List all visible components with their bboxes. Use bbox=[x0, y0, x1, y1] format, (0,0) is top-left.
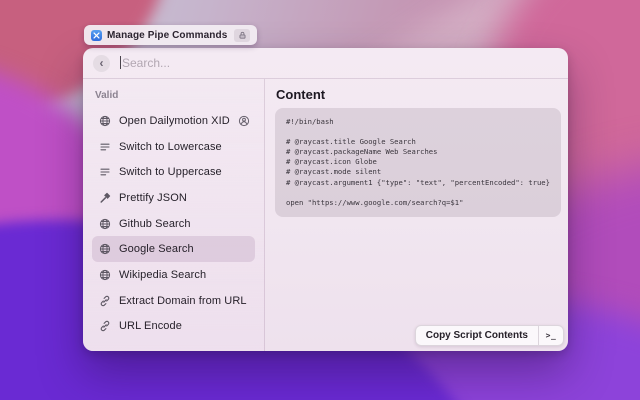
globe-icon bbox=[99, 218, 111, 230]
globe-icon bbox=[99, 269, 111, 281]
footer-action-buttons: Copy Script Contents >_ bbox=[415, 325, 564, 346]
person-circle-icon bbox=[238, 115, 250, 127]
list-item-label: Google Search bbox=[119, 243, 194, 255]
back-button[interactable]: ‹ bbox=[93, 55, 110, 72]
list-item-label: Prettify JSON bbox=[119, 192, 187, 204]
list-item[interactable]: Open Dailymotion XID bbox=[92, 108, 255, 134]
command-pill-label: Manage Pipe Commands bbox=[107, 30, 227, 41]
list-item[interactable]: Wikipedia Search bbox=[92, 262, 255, 288]
list-item-label: Open Dailymotion XID bbox=[119, 115, 230, 127]
command-pill[interactable]: Manage Pipe Commands bbox=[84, 25, 257, 45]
globe-icon bbox=[99, 243, 111, 255]
list-item-label: Extract Domain from URL bbox=[119, 295, 247, 307]
list-item[interactable]: Extract Domain from URL bbox=[92, 288, 255, 314]
command-list-panel: Valid Open Dailymotion XID Switch to Lowe… bbox=[83, 79, 265, 351]
hammer-icon bbox=[99, 192, 111, 204]
search-input[interactable] bbox=[118, 48, 562, 78]
link-icon bbox=[99, 295, 111, 307]
back-chevron-icon: ‹ bbox=[100, 57, 104, 69]
list-item[interactable]: Switch to Uppercase bbox=[92, 159, 255, 185]
list-item[interactable]: URL Encode bbox=[92, 314, 255, 340]
list-item-label: Switch to Lowercase bbox=[119, 141, 222, 153]
desktop: Manage Pipe Commands ‹ Valid Open Dailym… bbox=[0, 0, 640, 400]
terminal-button[interactable]: >_ bbox=[539, 326, 563, 345]
raycast-window: ‹ Valid Open Dailymotion XID Switch to Lo… bbox=[83, 48, 568, 351]
search-bar: ‹ bbox=[83, 48, 568, 78]
copy-script-button[interactable]: Copy Script Contents bbox=[416, 326, 538, 345]
list-item[interactable]: Prettify JSON bbox=[92, 185, 255, 211]
globe-icon bbox=[99, 115, 111, 127]
script-code: #!/bin/bash # @raycast.title Google Sear… bbox=[286, 117, 550, 208]
lock-icon bbox=[234, 29, 250, 42]
text-lines-icon bbox=[99, 141, 111, 153]
list-item-label: Wikipedia Search bbox=[119, 269, 206, 281]
list-item-label: Github Search bbox=[119, 218, 191, 230]
detail-panel: Content #!/bin/bash # @raycast.title Goo… bbox=[265, 79, 568, 351]
script-code-block: #!/bin/bash # @raycast.title Google Sear… bbox=[275, 108, 561, 217]
link-icon bbox=[99, 320, 111, 332]
window-body: Valid Open Dailymotion XID Switch to Lowe… bbox=[83, 79, 568, 351]
list-item[interactable]: Switch to Lowercase bbox=[92, 134, 255, 160]
section-header: Valid bbox=[95, 90, 255, 101]
blue-app-icon bbox=[91, 30, 102, 41]
list-item-label: Switch to Uppercase bbox=[119, 166, 222, 178]
list-item[interactable]: Google Search bbox=[92, 236, 255, 262]
sidebar-list: Open Dailymotion XID Switch to Lowercase S… bbox=[92, 108, 255, 339]
content-heading: Content bbox=[276, 87, 561, 102]
list-item[interactable]: Github Search bbox=[92, 211, 255, 237]
text-lines-icon bbox=[99, 166, 111, 178]
terminal-icon: >_ bbox=[546, 331, 557, 340]
list-item-label: URL Encode bbox=[119, 320, 182, 332]
search-field bbox=[118, 48, 558, 78]
